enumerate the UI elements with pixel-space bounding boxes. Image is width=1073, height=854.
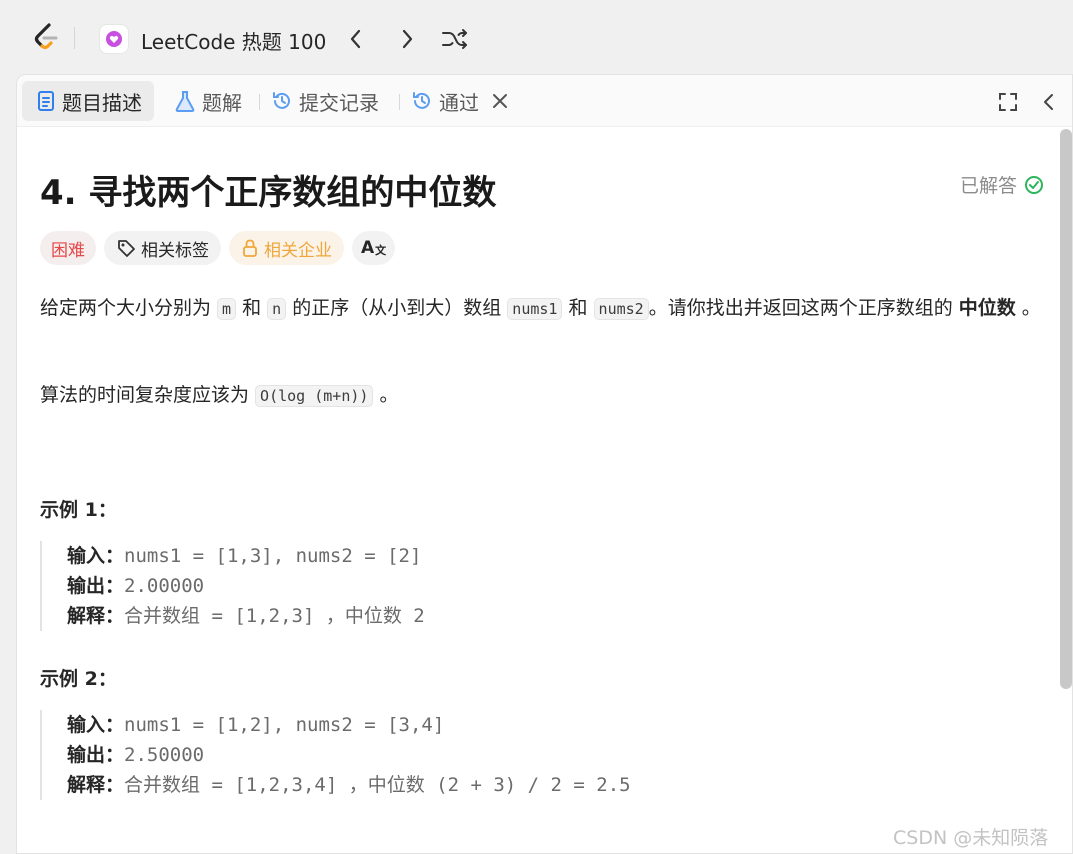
companies-tag-button[interactable]: 相关企业 [229,231,344,265]
check-circle-icon [1025,175,1044,194]
expand-icon [999,93,1017,111]
tab-accepted[interactable]: 通过 [411,81,479,121]
chevron-left-icon [1044,94,1053,110]
explain-label: 解释： [67,774,125,796]
desc-text: 给定两个大小分别为 [40,297,218,319]
tab-submissions-label: 提交记录 [299,90,379,115]
flask-icon [175,91,195,112]
inline-code: m [217,298,237,320]
desc-bold-text: 中位数 [958,297,1016,319]
problem-description: 给定两个大小分别为 m 和 n 的正序（从小到大）数组 nums1 和 nums… [40,293,1050,324]
lock-icon [243,239,257,257]
desc-text: 。 [373,384,399,406]
problem-panel: 题目描述 题解 提交记录 通过 4. 寻找两个正序数组的中位数 已解答 困难 相… [16,74,1073,854]
difficulty-label: 困难 [51,240,85,261]
topbar-divider [74,27,75,49]
previous-problem-button[interactable] [342,25,370,53]
tab-solutions[interactable]: 题解 [174,81,242,121]
desc-text: 。请你找出并返回这两个正序数组的 [648,297,959,319]
tab-accepted-label: 通过 [439,90,479,115]
top-bar: LeetCode 热题 100 [0,0,1073,76]
random-problem-button[interactable] [441,25,469,53]
translate-letter: A [361,238,375,258]
tab-description-label: 题目描述 [62,90,142,115]
translate-icon: A文 [361,238,387,258]
inline-code: n [267,298,287,320]
next-problem-button[interactable] [393,25,421,53]
history-icon [273,92,290,109]
tab-separator [259,94,260,110]
shuffle-icon [442,29,467,49]
content-scrollbar[interactable] [1060,129,1072,689]
complexity-requirement: 算法的时间复杂度应该为 O(log (m+n)) 。 [40,380,1050,411]
solved-status: 已解答 [960,171,1044,198]
chevron-right-icon [402,29,413,49]
example-input-line: 输入：nums1 = [1,2], nums2 = [3,4] [67,710,740,740]
problem-tags: 困难 相关标签 相关企业 A文 [40,231,396,265]
fullscreen-button[interactable] [997,91,1019,113]
description-icon [38,91,54,111]
tab-separator [399,94,400,110]
leetcode-logo-icon[interactable] [30,20,64,54]
collapse-panel-button[interactable] [1039,91,1059,113]
output-label: 输出： [67,744,125,766]
topics-tag-button[interactable]: 相关标签 [104,231,221,265]
example-output: 2.00000 [124,575,205,597]
watermark: CSDN @未知陨落 [893,827,1049,849]
example-explain-line: 解释：合并数组 = [1,2,3] ，中位数 2 [67,601,740,631]
example-input: nums1 = [1,2], nums2 = [3,4] [124,714,445,736]
chevron-left-icon [350,29,361,49]
example-output: 2.50000 [124,744,205,766]
heart-list-icon[interactable] [99,24,129,54]
input-label: 输入： [67,545,125,567]
example-output-line: 输出：2.00000 [67,571,740,601]
panel-tab-bar: 题目描述 题解 提交记录 通过 [17,75,1072,127]
example-block: 输入：nums1 = [1,3], nums2 = [2] 输出：2.00000… [40,541,740,631]
example-explain-line: 解释：合并数组 = [1,2,3,4] ，中位数 (2 + 3) / 2 = 2… [67,770,740,800]
topics-label: 相关标签 [141,240,209,261]
problem-title: 4. 寻找两个正序数组的中位数 [40,173,497,213]
inline-code: O(log (m+n)) [255,385,374,407]
desc-text: 。 [1015,297,1041,319]
difficulty-badge: 困难 [40,231,96,265]
tab-solutions-label: 题解 [202,90,242,115]
example-output-line: 输出：2.50000 [67,740,740,770]
inline-code: nums1 [507,298,563,320]
study-plan-title[interactable]: LeetCode 热题 100 [141,26,326,55]
tag-icon [118,240,135,257]
inline-code: nums2 [593,298,649,320]
desc-text: 的正序（从小到大）数组 [286,297,508,319]
example-title: 示例 2： [40,668,117,690]
solved-label: 已解答 [960,175,1018,197]
desc-text: 算法的时间复杂度应该为 [40,384,256,406]
history-icon [413,92,430,109]
tab-submissions[interactable]: 提交记录 [271,81,379,121]
desc-text: 和 [562,297,594,319]
translate-button[interactable]: A文 [352,231,396,265]
close-tab-button[interactable] [491,92,509,110]
example-input: nums1 = [1,3], nums2 = [2] [124,545,422,567]
example-input-line: 输入：nums1 = [1,3], nums2 = [2] [67,541,740,571]
output-label: 输出： [67,575,125,597]
example-explanation: 合并数组 = [1,2,3] ，中位数 2 [124,605,425,627]
tab-description[interactable]: 题目描述 [22,81,154,121]
example-block: 输入：nums1 = [1,2], nums2 = [3,4] 输出：2.500… [40,710,740,800]
example-explanation: 合并数组 = [1,2,3,4] ，中位数 (2 + 3) / 2 = 2.5 [124,774,631,796]
example-title: 示例 1： [40,499,117,521]
explain-label: 解释： [67,605,125,627]
companies-label: 相关企业 [264,240,332,261]
desc-text: 和 [236,297,268,319]
input-label: 输入： [67,714,125,736]
close-icon [493,94,507,108]
